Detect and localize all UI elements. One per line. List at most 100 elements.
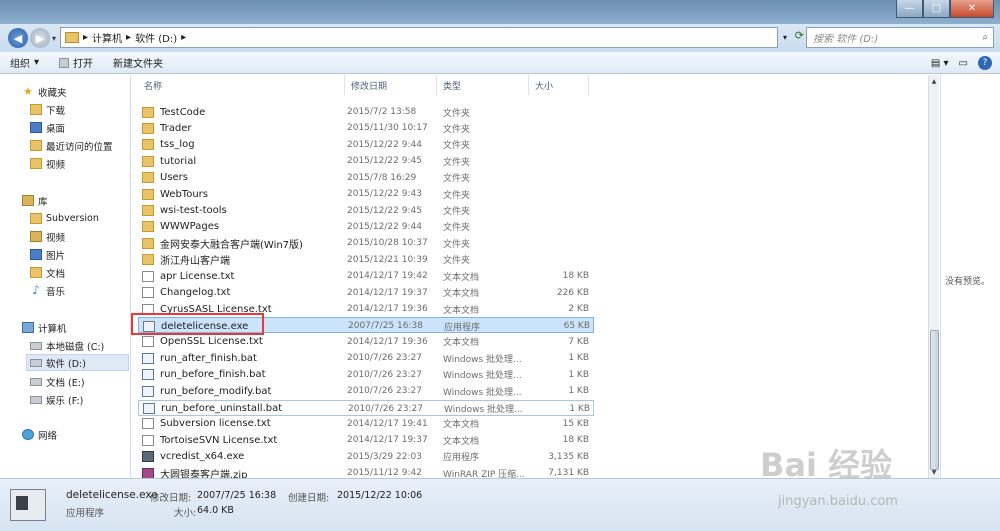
file-row[interactable]: Trader 2015/11/30 10:17 文件夹: [138, 120, 594, 136]
nav-subversion[interactable]: Subversion: [30, 210, 99, 227]
scroll-up-arrow-icon[interactable]: ▲: [929, 75, 939, 87]
file-size: [533, 137, 589, 153]
nav-music[interactable]: ♪ 音乐: [30, 282, 65, 299]
forward-button[interactable]: ▶: [30, 28, 50, 48]
breadcrumb-drive-d[interactable]: 软件 (D:): [135, 30, 177, 45]
nav-label: 图片: [46, 250, 66, 262]
star-icon: ★: [23, 85, 33, 98]
close-button[interactable]: ✕: [950, 0, 994, 18]
nav-recent-places[interactable]: 最近访问的位置: [30, 137, 113, 154]
file-row[interactable]: OpenSSL License.txt 2014/12/17 19:36 文本文档 7…: [138, 334, 594, 350]
search-input[interactable]: 搜索 软件 (D:) ⌕: [806, 27, 994, 48]
file-row[interactable]: CyrusSASL License.txt 2014/12/17 19:36 文本文…: [138, 301, 594, 317]
help-icon[interactable]: ?: [978, 56, 992, 70]
folder-file-icon: [142, 221, 154, 233]
nav-pictures[interactable]: 图片: [30, 246, 65, 263]
preview-pane-icon[interactable]: ▭: [959, 58, 968, 69]
nav-computer[interactable]: 计算机: [22, 319, 67, 336]
nav-network[interactable]: 网络: [22, 426, 57, 443]
file-row[interactable]: Subversion license.txt 2014/12/17 19:41 文本…: [138, 416, 594, 432]
nav-downloads[interactable]: 下载: [30, 101, 65, 118]
details-size-value: 64.0 KB: [197, 505, 234, 516]
nav-label: 视频: [46, 159, 66, 171]
minimize-button[interactable]: —: [896, 0, 923, 18]
file-size: 1 KB: [568, 369, 589, 380]
file-row[interactable]: run_after_finish.bat 2010/7/26 23:27 Windo…: [138, 350, 594, 366]
open-button[interactable]: 打开: [49, 52, 103, 74]
nav-documents[interactable]: 文档: [30, 264, 65, 281]
nav-videos-favorite[interactable]: 视频: [30, 155, 65, 172]
refresh-icon[interactable]: ⟳: [795, 29, 804, 42]
nav-favorites[interactable]: ★ 收藏夹: [22, 83, 66, 100]
file-type: 应用程序: [443, 453, 480, 464]
column-header-type[interactable]: 类型: [437, 75, 529, 95]
recent-pages-dropdown[interactable]: ▾: [52, 34, 56, 43]
details-modified-label: 修改日期:: [150, 493, 192, 504]
file-row[interactable]: vcredist_x64.exe 2015/3/29 22:03 应用程序 3,135…: [138, 449, 594, 465]
file-row[interactable]: 大圆银泰客户端.zip 2015/11/12 9:42 WinRAR ZIP 压缩.…: [138, 465, 594, 478]
nav-drive-e[interactable]: 文档 (E:): [30, 373, 85, 390]
breadcrumb-computer[interactable]: 计算机: [92, 30, 122, 45]
file-row[interactable]: apr License.txt 2014/12/17 19:42 文本文档 18 KB: [138, 268, 594, 284]
file-row[interactable]: run_before_uninstall.bat 2010/7/26 23:27 W…: [138, 399, 594, 416]
details-type: 应用程序: [66, 508, 105, 519]
back-button[interactable]: ◀: [8, 28, 28, 48]
new-folder-button[interactable]: 新建文件夹: [103, 52, 173, 74]
maximize-button[interactable]: □: [923, 0, 950, 18]
file-row[interactable]: run_before_modify.bat 2010/7/26 23:27 Wind…: [138, 383, 594, 399]
drive-icon: [30, 395, 42, 404]
file-row[interactable]: TortoiseSVN License.txt 2014/12/17 19:37 文…: [138, 432, 594, 448]
file-row[interactable]: tss_log 2015/12/22 9:44 文件夹: [138, 137, 594, 153]
file-type: 文件夹: [443, 223, 471, 234]
scrollbar-thumb[interactable]: [930, 330, 939, 470]
details-created-label: 创建日期:: [288, 493, 330, 504]
breadcrumb-separator: ▸: [181, 32, 187, 43]
file-name-cell: 大圆银泰客户端.zip: [142, 465, 348, 478]
nav-drive-d[interactable]: 软件 (D:): [26, 354, 129, 371]
file-date: 2014/12/17 19:37: [347, 435, 428, 446]
file-row[interactable]: deletelicense.exe 2007/7/25 16:38 应用程序 65 K…: [138, 317, 594, 334]
file-row[interactable]: WWWPages 2015/12/22 9:44 文件夹: [138, 219, 594, 235]
file-row[interactable]: WebTours 2015/12/22 9:43 文件夹: [138, 186, 594, 202]
address-history-dropdown[interactable]: ▾: [778, 29, 792, 46]
file-row[interactable]: Changelog.txt 2014/12/17 19:37 文本文档 226 KB: [138, 285, 594, 301]
file-type: 文本文档: [443, 272, 480, 283]
file-row[interactable]: TestCode 2015/7/2 13:58 文件夹: [138, 104, 594, 120]
file-name: 金网安泰大融合客户端(Win7版): [160, 239, 303, 251]
column-header-date[interactable]: 修改日期: [345, 75, 437, 95]
file-type: 文件夹: [443, 108, 471, 119]
file-date: 2014/12/17 19:41: [347, 418, 428, 429]
file-row[interactable]: Users 2015/7/8 16:29 文件夹: [138, 170, 594, 186]
file-row[interactable]: run_before_finish.bat 2010/7/26 23:27 Wind…: [138, 367, 594, 383]
baidu-watermark-url: jingyan.baidu.com: [778, 494, 898, 509]
column-header-size[interactable]: 大小: [529, 75, 589, 95]
organize-button[interactable]: 组织 ▾: [0, 52, 49, 74]
drive-icon: [30, 341, 42, 350]
scroll-down-arrow-icon[interactable]: ▼: [929, 466, 939, 478]
file-row[interactable]: wsi-test-tools 2015/12/22 9:45 文件夹: [138, 203, 594, 219]
file-date: 2014/12/17 19:36: [347, 304, 428, 315]
nav-drive-f[interactable]: 娱乐 (F:): [30, 391, 83, 408]
views-icon[interactable]: ▤ ▾: [931, 58, 949, 69]
nav-desktop[interactable]: 桌面: [30, 119, 65, 136]
search-icon[interactable]: ⌕: [982, 32, 988, 43]
vertical-scrollbar[interactable]: ▲ ▼: [928, 75, 939, 478]
file-row[interactable]: 金网安泰大融合客户端(Win7版) 2015/10/28 10:37 文件夹: [138, 235, 594, 251]
file-row[interactable]: tutorial 2015/12/22 9:45 文件夹: [138, 153, 594, 169]
file-date: 2014/12/17 19:42: [347, 271, 428, 282]
details-filename: deletelicense.exe: [66, 489, 158, 501]
file-name-cell: Trader: [142, 120, 348, 136]
address-bar[interactable]: ▸ 计算机 ▸ 软件 (D:) ▸: [60, 27, 778, 48]
file-size: [533, 153, 589, 169]
nav-libraries[interactable]: 库: [22, 192, 48, 209]
file-row[interactable]: 浙江舟山客户端 2015/12/21 10:39 文件夹: [138, 252, 594, 268]
column-header-label: 修改日期: [351, 81, 388, 92]
column-header-name[interactable]: 名称: [138, 75, 345, 95]
nav-drive-c[interactable]: 本地磁盘 (C:): [30, 337, 104, 354]
file-size: [533, 203, 589, 219]
file-name-cell: tutorial: [142, 153, 348, 169]
file-name-cell: Subversion license.txt: [142, 416, 348, 432]
file-name-cell: run_before_finish.bat: [142, 367, 348, 383]
nav-videos[interactable]: 视频: [30, 228, 65, 245]
documents-icon: [30, 267, 42, 278]
